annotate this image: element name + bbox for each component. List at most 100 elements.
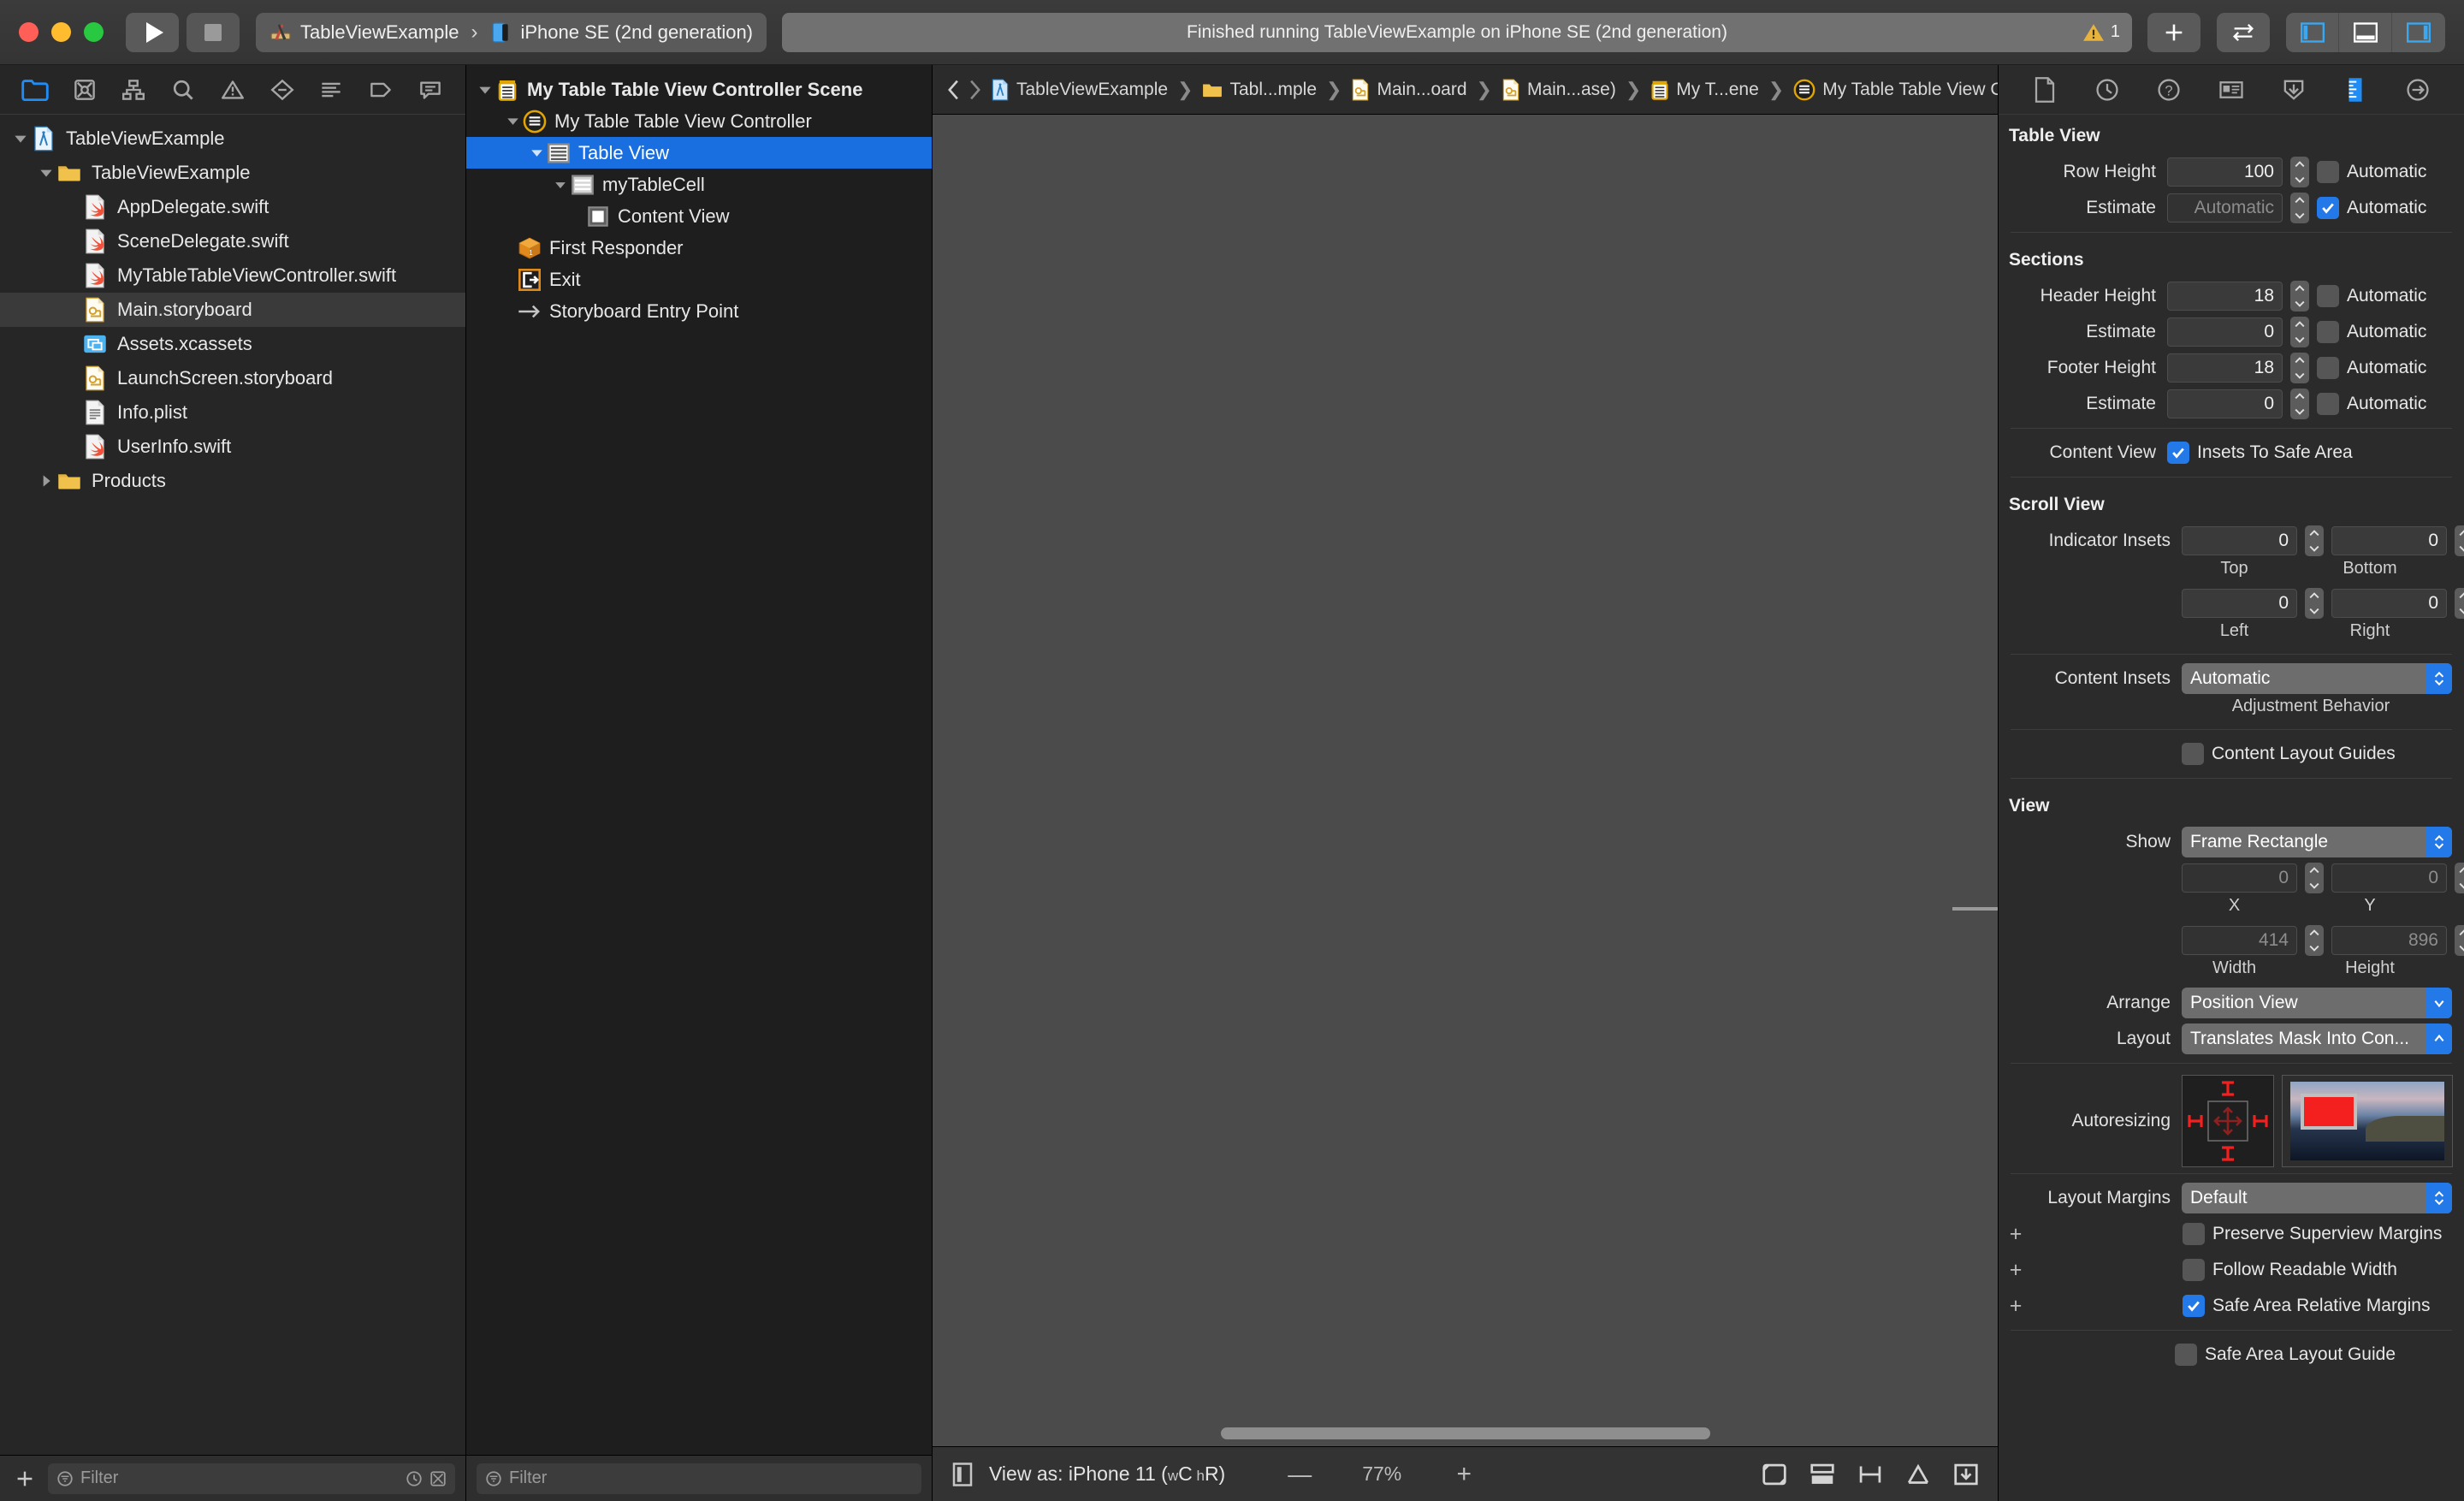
- sidebar-item-test-navigator[interactable]: [265, 74, 299, 105]
- zoom-in-button[interactable]: +: [1434, 1460, 1494, 1489]
- zoom-window-button[interactable]: [84, 22, 104, 42]
- tab-connections-inspector[interactable]: [2401, 74, 2435, 105]
- disclosure-triangle-open[interactable]: [36, 166, 56, 180]
- indicator-inset-bottom-input[interactable]: 0: [2331, 526, 2447, 555]
- toggle-navigator-button[interactable]: [2286, 12, 2339, 52]
- footer-height-automatic-checkbox[interactable]: [2317, 357, 2339, 379]
- list-item[interactable]: SceneDelegate.swift: [0, 224, 465, 258]
- tab-history-inspector[interactable]: [2090, 74, 2124, 105]
- preserve-superview-margins-checkbox[interactable]: [2183, 1223, 2205, 1245]
- toggle-debug-area-button[interactable]: [2339, 12, 2392, 52]
- tab-attributes-inspector[interactable]: [2277, 74, 2311, 105]
- disclosure-triangle-open[interactable]: [502, 115, 523, 128]
- list-item[interactable]: UserInfo.swift: [0, 430, 465, 464]
- recent-clock-icon[interactable]: [406, 1470, 423, 1487]
- header-height-input[interactable]: 18: [2167, 282, 2283, 311]
- disclosure-triangle-open[interactable]: [475, 83, 495, 97]
- indicator-inset-left-input[interactable]: 0: [2182, 589, 2297, 618]
- header-estimate-automatic-checkbox[interactable]: [2317, 321, 2339, 343]
- follow-readable-width-checkbox[interactable]: [2183, 1259, 2205, 1281]
- sidebar-item-issue-navigator[interactable]: [216, 74, 250, 105]
- indicator-inset-left-stepper[interactable]: [2305, 588, 2324, 619]
- frame-height-input[interactable]: 896: [2331, 926, 2447, 955]
- indicator-inset-right-stepper[interactable]: [2455, 588, 2464, 619]
- sidebar-item-project-navigator[interactable]: [18, 74, 52, 105]
- frame-height-stepper[interactable]: [2455, 925, 2464, 956]
- stop-button[interactable]: [187, 12, 240, 52]
- pin-icon[interactable]: [1857, 1462, 1883, 1486]
- row-estimate-input[interactable]: Automatic: [2167, 193, 2283, 222]
- sidebar-item-breakpoint-navigator[interactable]: [364, 74, 398, 105]
- frame-y-input[interactable]: 0: [2331, 863, 2447, 893]
- outline-item-exit[interactable]: Exit: [466, 264, 932, 295]
- embed-icon[interactable]: [1810, 1462, 1835, 1486]
- navigator-filter-input[interactable]: Filter: [48, 1462, 455, 1494]
- indicator-inset-top-stepper[interactable]: [2305, 525, 2324, 556]
- layout-select[interactable]: Translates Mask Into Con...: [2182, 1023, 2452, 1054]
- indicator-inset-bottom-stepper[interactable]: [2455, 525, 2464, 556]
- document-outline-tree[interactable]: My Table Table View Controller Scene My …: [466, 65, 932, 1455]
- header-estimate-stepper[interactable]: [2290, 317, 2309, 347]
- follow-readable-width-add-button[interactable]: +: [1999, 1258, 2033, 1283]
- tab-file-inspector[interactable]: [2028, 74, 2062, 105]
- breadcrumb-item[interactable]: Main...oard: [1346, 79, 1472, 101]
- header-height-automatic-checkbox[interactable]: [2317, 285, 2339, 307]
- outline-filter-input[interactable]: Filter: [477, 1462, 921, 1494]
- row-estimate-automatic-checkbox[interactable]: [2317, 197, 2339, 219]
- sidebar-item-find-navigator[interactable]: [166, 74, 200, 105]
- tab-size-inspector[interactable]: [2338, 74, 2372, 105]
- autoresizing-control[interactable]: [2182, 1075, 2274, 1167]
- row-height-input[interactable]: 100: [2167, 157, 2283, 187]
- outline-item[interactable]: My Table Table View Controller Scene: [466, 74, 932, 105]
- frame-x-stepper[interactable]: [2305, 863, 2324, 893]
- list-item[interactable]: TableViewExample: [0, 156, 465, 190]
- outline-item-table-view[interactable]: Table View: [466, 137, 932, 169]
- layout-margins-select[interactable]: Default: [2182, 1183, 2452, 1213]
- content-insets-select[interactable]: Automatic: [2182, 663, 2452, 694]
- content-layout-guides-checkbox[interactable]: [2182, 743, 2204, 765]
- navigate-forward-button[interactable]: [965, 79, 984, 101]
- storyboard-canvas[interactable]: 9:41 PROTOTYPE CELLS Table View Prototyp…: [933, 115, 1998, 1446]
- footer-estimate-input[interactable]: 0: [2167, 389, 2283, 418]
- list-item[interactable]: LaunchScreen.storyboard: [0, 361, 465, 395]
- safe-area-relative-margins-checkbox[interactable]: [2183, 1295, 2205, 1317]
- sidebar-item-report-navigator[interactable]: [413, 74, 447, 105]
- tab-identity-inspector[interactable]: [2214, 74, 2248, 105]
- breadcrumb-item[interactable]: My Table Table View Controller: [1788, 79, 1998, 101]
- disclosure-triangle-open[interactable]: [550, 179, 571, 191]
- add-constraints-icon[interactable]: [1953, 1462, 1979, 1486]
- row-estimate-stepper[interactable]: [2290, 193, 2309, 223]
- header-height-stepper[interactable]: [2290, 281, 2309, 311]
- list-item[interactable]: TableViewExample: [0, 122, 465, 156]
- indicator-inset-top-input[interactable]: 0: [2182, 526, 2297, 555]
- project-file-list[interactable]: TableViewExample TableViewExample AppDel…: [0, 115, 465, 1455]
- outline-item[interactable]: myTableCell: [466, 169, 932, 200]
- row-height-stepper[interactable]: [2290, 157, 2309, 187]
- breadcrumb-item[interactable]: Main...ase): [1496, 79, 1621, 101]
- outline-item-first-responder[interactable]: 1 First Responder: [466, 232, 932, 264]
- show-select[interactable]: Frame Rectangle: [2182, 827, 2452, 857]
- indicator-inset-right-input[interactable]: 0: [2331, 589, 2447, 618]
- preserve-superview-margins-add-button[interactable]: +: [1999, 1222, 2033, 1247]
- add-editor-button[interactable]: [2147, 12, 2200, 52]
- run-button[interactable]: [126, 12, 179, 52]
- safe-area-relative-margins-add-button[interactable]: +: [1999, 1294, 2033, 1319]
- footer-height-stepper[interactable]: [2290, 353, 2309, 383]
- frame-width-stepper[interactable]: [2305, 925, 2324, 956]
- sidebar-item-symbol-navigator[interactable]: [116, 74, 151, 105]
- breadcrumb-item[interactable]: My T...ene: [1645, 80, 1764, 100]
- frame-y-stepper[interactable]: [2455, 863, 2464, 893]
- outline-item-storyboard-entry-point[interactable]: Storyboard Entry Point: [466, 295, 932, 327]
- editor-options-button[interactable]: [2217, 12, 2270, 52]
- tab-quick-help-inspector[interactable]: ?: [2152, 74, 2186, 105]
- sidebar-item-debug-navigator[interactable]: [314, 74, 348, 105]
- breadcrumb-item[interactable]: Tabl...mple: [1197, 80, 1322, 100]
- outline-item[interactable]: My Table Table View Controller: [466, 105, 932, 137]
- list-item[interactable]: Products: [0, 464, 465, 498]
- frame-x-input[interactable]: 0: [2182, 863, 2297, 893]
- breadcrumb-item[interactable]: TableViewExample: [986, 79, 1173, 101]
- disclosure-triangle-open[interactable]: [10, 132, 31, 145]
- footer-estimate-automatic-checkbox[interactable]: [2317, 393, 2339, 415]
- close-window-button[interactable]: [19, 22, 38, 42]
- disclosure-triangle-closed[interactable]: [36, 474, 56, 488]
